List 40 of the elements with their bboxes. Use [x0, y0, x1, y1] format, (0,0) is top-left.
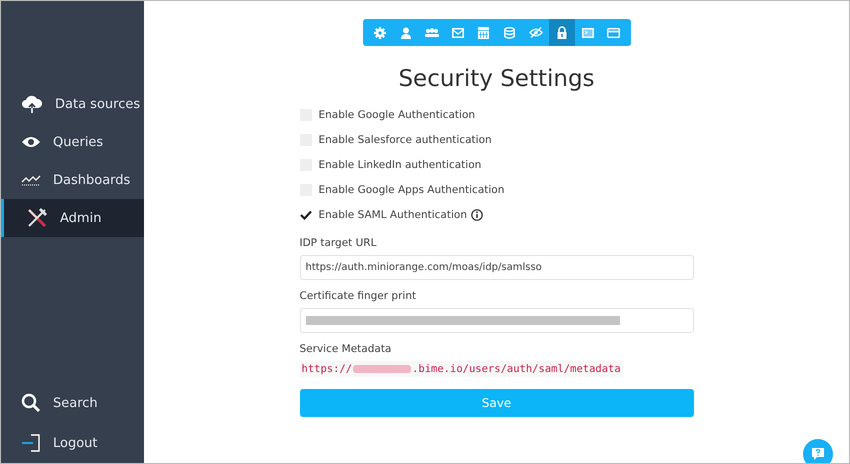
- toolbar-button[interactable]: [548, 19, 574, 46]
- url-text: https://: [302, 363, 352, 375]
- nav-item[interactable]: Admin: [1, 199, 144, 237]
- checkbox-label: Enable Google Authentication: [318, 108, 476, 120]
- calendar-icon: [478, 26, 489, 38]
- url-text: .bime.io/users/auth/saml/metadata: [412, 363, 621, 375]
- credit-card-icon: [607, 28, 620, 38]
- checkbox-label: Enable Google Apps Authentication: [318, 184, 504, 196]
- mail-icon: [452, 28, 464, 38]
- eye-slash-icon: [528, 27, 542, 38]
- checkbox-label: Enable LinkedIn authentication: [318, 158, 482, 170]
- database-icon: [504, 26, 515, 38]
- nav-item[interactable]: Queries: [1, 123, 144, 161]
- terminal-icon: [582, 28, 594, 38]
- hammer-wrench-icon: [26, 207, 48, 229]
- cloud-upload-icon: [21, 94, 43, 114]
- redaction-blur: [353, 365, 412, 373]
- page-title: Security Settings: [398, 66, 595, 92]
- nav-item[interactable]: Logout: [1, 423, 144, 463]
- chat-question-icon: [811, 447, 825, 461]
- eye-icon: [21, 136, 41, 148]
- field-label: IDP target URL: [300, 237, 378, 249]
- checkbox-label: Enable Salesforce authentication: [318, 134, 492, 146]
- users-icon: [424, 28, 438, 37]
- lock-icon: [556, 26, 566, 39]
- input-field[interactable]: [300, 308, 694, 333]
- user-icon: [400, 26, 410, 38]
- checkbox-label: Enable SAML Authentication: [318, 208, 467, 220]
- checkbox[interactable]: [300, 208, 312, 220]
- line-chart-icon: [21, 174, 41, 186]
- nav-item[interactable]: Dashboards: [1, 161, 144, 199]
- nav-item[interactable]: Search: [1, 383, 144, 423]
- input-field[interactable]: https://auth.miniorange.com/moas/idp/samlsso: [300, 255, 694, 280]
- help-button[interactable]: [803, 439, 833, 463]
- nav-item[interactable]: Data sources: [1, 85, 144, 123]
- gear-icon: [374, 26, 386, 38]
- search-icon: [21, 393, 41, 413]
- field-label: Certificate finger print: [300, 290, 418, 302]
- logout-icon: [21, 434, 41, 452]
- field-label: Service Metadata: [300, 343, 392, 355]
